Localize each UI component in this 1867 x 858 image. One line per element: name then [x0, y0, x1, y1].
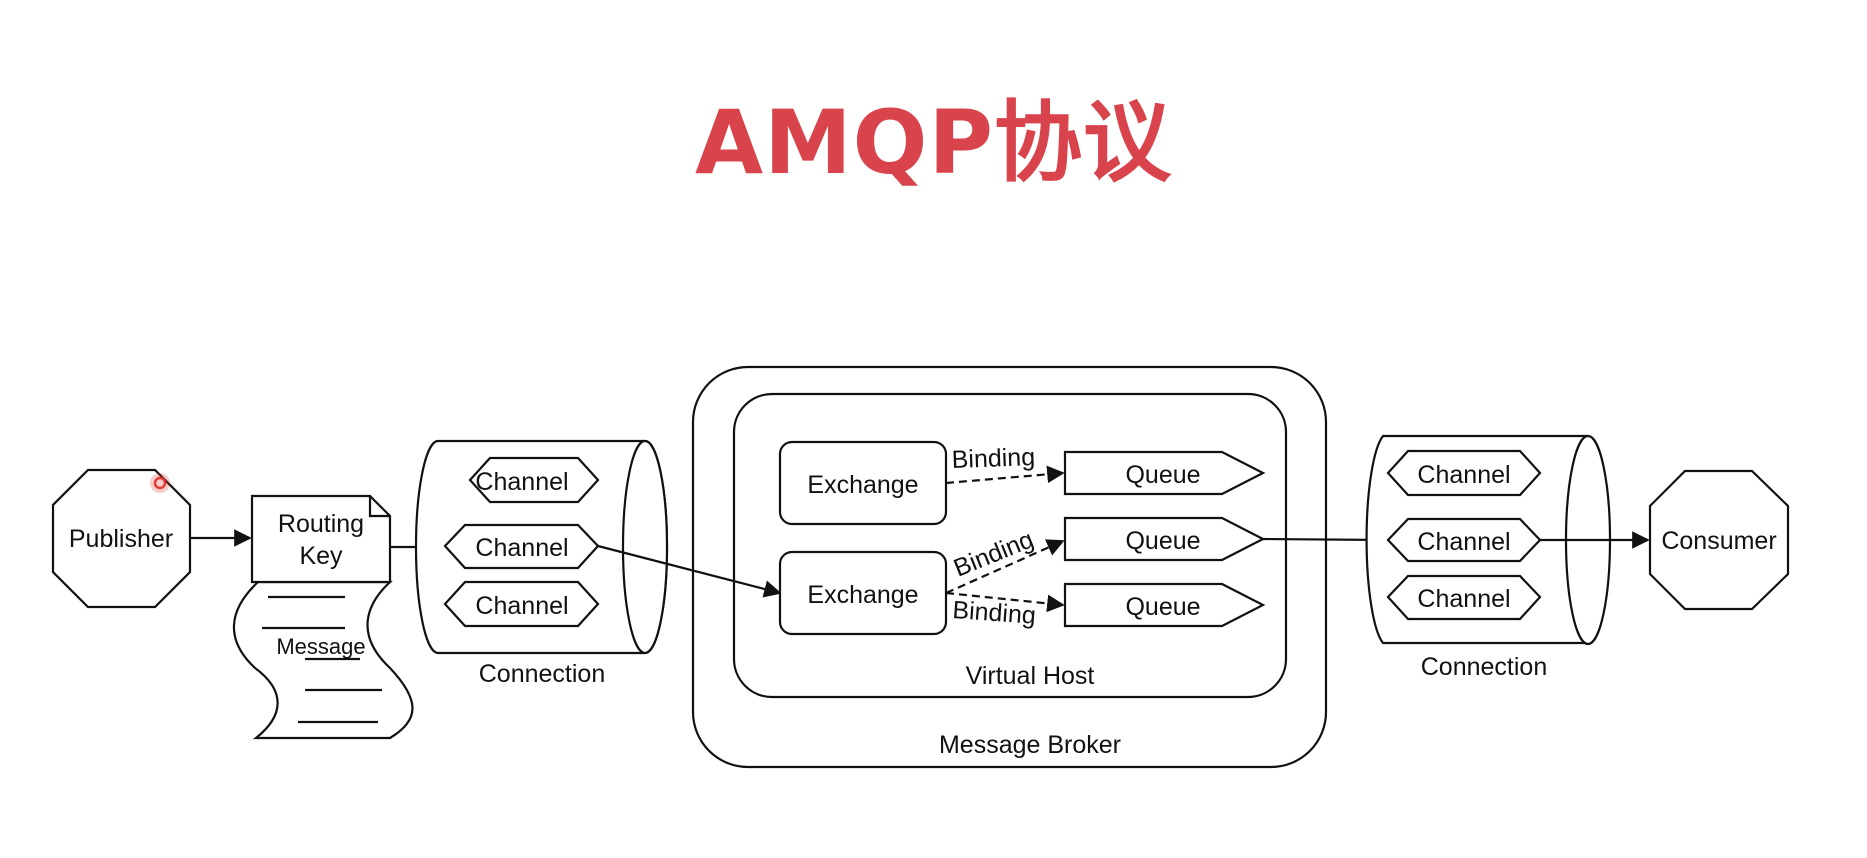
publisher-node: Publisher — [51, 468, 192, 609]
queue-1: Queue — [1063, 450, 1266, 496]
channel-right-2-label: Channel — [1417, 528, 1510, 556]
channel-left-1-label: Channel — [475, 468, 568, 496]
queue-1-label: Queue — [1125, 461, 1200, 489]
channel-left-1: Channel — [468, 456, 600, 504]
connection-left-label: Connection — [479, 660, 605, 688]
cursor-indicator — [150, 473, 170, 493]
exchange-2-label: Exchange — [807, 581, 918, 609]
routing-key-label-line1: Routing — [278, 510, 364, 538]
queue-3-label: Queue — [1125, 593, 1200, 621]
consumer-label: Consumer — [1661, 527, 1776, 555]
queue-3: Queue — [1063, 582, 1266, 628]
connection-right-label: Connection — [1421, 653, 1547, 681]
routing-key-document: Routing Key — [250, 494, 392, 584]
exchange-2: Exchange — [778, 550, 948, 636]
queue-2-label: Queue — [1125, 527, 1200, 555]
routing-key-label-line2: Key — [299, 542, 343, 570]
binding-label-1: Binding — [951, 443, 1035, 474]
channel-right-1: Channel — [1386, 449, 1542, 497]
channel-left-2-label: Channel — [475, 534, 568, 562]
exchange-1: Exchange — [778, 440, 948, 526]
virtual-host-label: Virtual Host — [966, 662, 1095, 690]
binding-label-3: Binding — [952, 596, 1037, 630]
channel-left-3-label: Channel — [475, 592, 568, 620]
channel-right-2: Channel — [1386, 517, 1542, 563]
publisher-label: Publisher — [69, 525, 173, 553]
message-label: Message — [276, 634, 365, 659]
channel-right-3: Channel — [1386, 574, 1542, 621]
consumer-node: Consumer — [1648, 469, 1790, 611]
amqp-diagram: Publisher Message Routing Key Connection… — [51, 365, 1790, 769]
channel-right-3-label: Channel — [1417, 585, 1510, 613]
channel-left-2: Channel — [443, 523, 600, 570]
exchange-1-label: Exchange — [807, 471, 918, 499]
queue-2: Queue — [1063, 516, 1266, 562]
channel-right-1-label: Channel — [1417, 461, 1510, 489]
message-document: Message — [232, 580, 414, 740]
message-broker-label: Message Broker — [939, 731, 1121, 759]
channel-left-3: Channel — [443, 580, 600, 628]
